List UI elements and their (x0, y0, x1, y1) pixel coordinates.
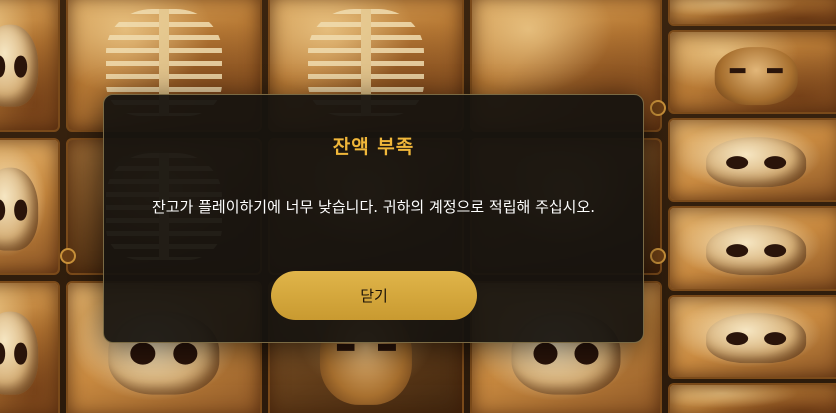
close-button[interactable]: 닫기 (271, 271, 477, 320)
dialog-title: 잔액 부족 (332, 136, 415, 158)
dialog-message: 잔고가 플레이하기에 너무 낮습니다. 귀하의 계정으로 적립해 주십시오. (151, 198, 596, 216)
insufficient-balance-dialog: 잔액 부족 잔고가 플레이하기에 너무 낮습니다. 귀하의 계정으로 적립해 주… (103, 94, 644, 343)
modal-backdrop: 잔액 부족 잔고가 플레이하기에 너무 낮습니다. 귀하의 계정으로 적립해 주… (0, 0, 836, 413)
